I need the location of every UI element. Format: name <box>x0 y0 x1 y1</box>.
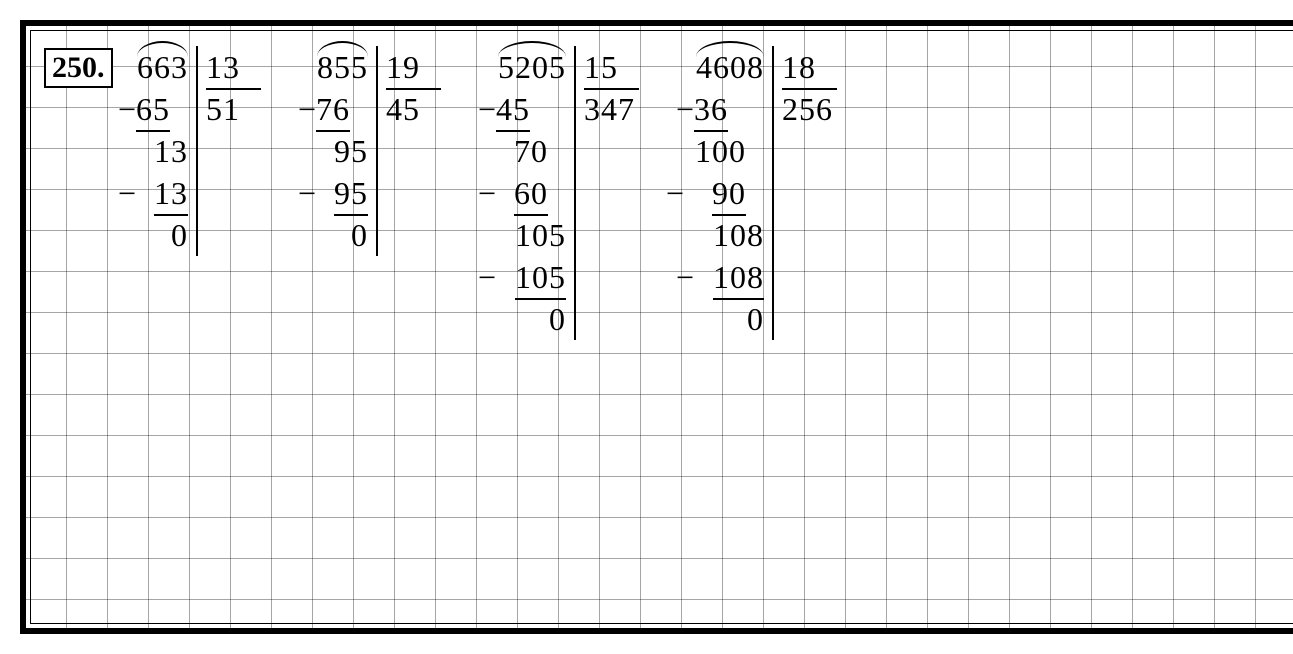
quotient: 51 <box>206 88 261 130</box>
subtraction-step: 65 <box>136 88 170 132</box>
final-remainder: 0 <box>694 298 764 340</box>
subtraction-step: 45 <box>496 88 530 132</box>
dividend: 4608 <box>696 49 764 85</box>
division-work-column: 855 76 95 95 0 <box>316 46 378 256</box>
divisor: 13 <box>206 46 261 90</box>
partial-remainder: 70 <box>514 133 548 169</box>
partial-remainder: 13 <box>136 130 188 172</box>
divisor: 18 <box>782 46 837 90</box>
dividend: 5205 <box>498 49 566 85</box>
subtraction-step: 36 <box>694 88 728 132</box>
division-work-column: 4608 36 100 90 108 108 0 <box>694 46 774 340</box>
division-problem-1: 663 65 13 13 0 13 51 <box>136 46 261 340</box>
problems-row: 663 65 13 13 0 13 51 855 76 95 95 0 19 <box>136 46 1287 340</box>
dividend: 855 <box>317 49 368 85</box>
subtraction-step: 13 <box>154 172 188 216</box>
divisor: 19 <box>386 46 441 90</box>
divisor-quotient-column: 15 347 <box>576 46 639 130</box>
final-remainder: 0 <box>136 214 188 256</box>
quotient: 45 <box>386 88 441 130</box>
partial-remainder: 105 <box>496 214 566 256</box>
divisor: 15 <box>584 46 639 90</box>
dividend: 663 <box>137 49 188 85</box>
subtraction-step: 108 <box>713 256 764 300</box>
problem-number-label: 250. <box>44 48 113 88</box>
quotient: 256 <box>782 88 837 130</box>
partial-remainder: 95 <box>316 130 368 172</box>
worksheet-page: 250. 663 65 13 13 0 13 51 855 76 95 95 <box>20 20 1293 634</box>
subtraction-step: 90 <box>712 172 746 216</box>
division-work-column: 663 65 13 13 0 <box>136 46 198 256</box>
division-problem-2: 855 76 95 95 0 19 45 <box>316 46 441 340</box>
division-problem-4: 4608 36 100 90 108 108 0 18 256 <box>694 46 837 340</box>
subtraction-step: 95 <box>334 172 368 216</box>
division-problem-3: 5205 45 70 60 105 105 0 15 347 <box>496 46 639 340</box>
quotient: 347 <box>584 88 639 130</box>
division-work-column: 5205 45 70 60 105 105 0 <box>496 46 576 340</box>
subtraction-step: 76 <box>316 88 350 132</box>
final-remainder: 0 <box>496 298 566 340</box>
subtraction-step: 105 <box>515 256 566 300</box>
subtraction-step: 60 <box>514 172 548 216</box>
partial-remainder: 100 <box>695 133 746 169</box>
divisor-quotient-column: 19 45 <box>378 46 441 130</box>
final-remainder: 0 <box>316 214 368 256</box>
divisor-quotient-column: 13 51 <box>198 46 261 130</box>
divisor-quotient-column: 18 256 <box>774 46 837 130</box>
partial-remainder: 108 <box>694 214 764 256</box>
